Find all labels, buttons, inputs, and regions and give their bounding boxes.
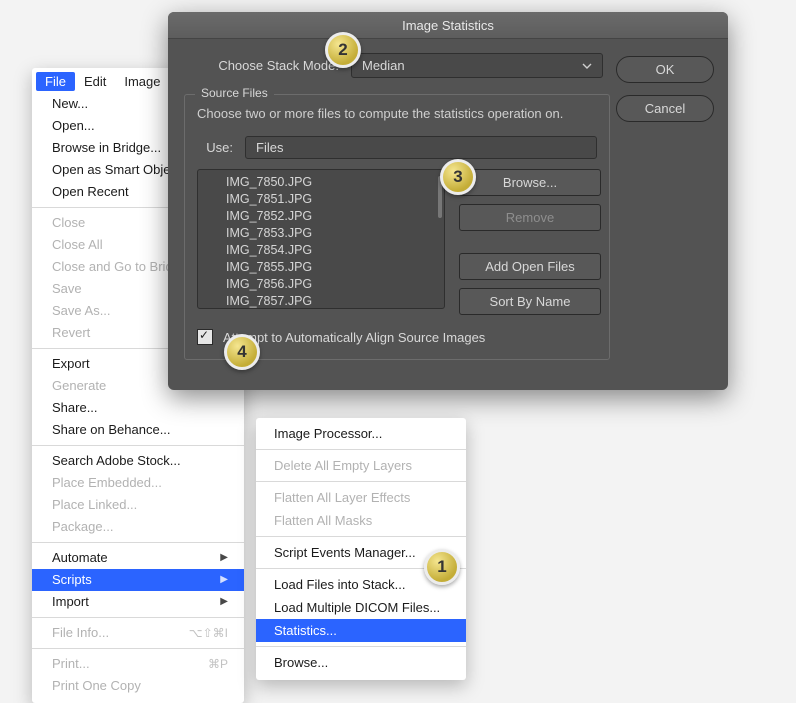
submenu-arrow-icon: ▶ bbox=[220, 572, 228, 588]
menubar-image[interactable]: Image bbox=[115, 72, 169, 91]
file-import[interactable]: Import▶ bbox=[32, 591, 244, 613]
submenu-arrow-icon: ▶ bbox=[220, 594, 228, 610]
scripts-image-processor[interactable]: Image Processor... bbox=[256, 422, 466, 445]
file-row[interactable]: IMG_7852.JPG bbox=[226, 208, 438, 225]
scripts-flatten-fx: Flatten All Layer Effects bbox=[256, 486, 466, 509]
file-place-embedded: Place Embedded... bbox=[32, 472, 244, 494]
file-automate[interactable]: Automate▶ bbox=[32, 547, 244, 569]
auto-align-checkbox[interactable] bbox=[197, 329, 213, 345]
file-print: Print... ⌘P bbox=[32, 653, 244, 675]
menubar-edit[interactable]: Edit bbox=[75, 72, 115, 91]
scripts-browse[interactable]: Browse... bbox=[256, 651, 466, 674]
file-scripts[interactable]: Scripts▶ bbox=[32, 569, 244, 591]
stack-mode-value: Median bbox=[362, 58, 405, 73]
scripts-delete-empty: Delete All Empty Layers bbox=[256, 454, 466, 477]
menubar-file[interactable]: File bbox=[36, 72, 75, 91]
file-package: Package... bbox=[32, 516, 244, 538]
callout-badge-4: 4 bbox=[224, 334, 260, 370]
use-label: Use: bbox=[197, 140, 233, 155]
submenu-arrow-icon: ▶ bbox=[220, 550, 228, 566]
stack-mode-select[interactable]: Median bbox=[351, 53, 603, 78]
add-open-files-button[interactable]: Add Open Files bbox=[459, 253, 601, 280]
scripts-statistics[interactable]: Statistics... bbox=[256, 619, 466, 642]
auto-align-label: Attempt to Automatically Align Source Im… bbox=[223, 330, 485, 345]
use-select[interactable]: Files bbox=[245, 136, 597, 159]
scripts-submenu-panel: Image Processor... Delete All Empty Laye… bbox=[256, 418, 466, 680]
stack-mode-label: Choose Stack Mode: bbox=[184, 58, 339, 73]
browse-button[interactable]: Browse... bbox=[459, 169, 601, 196]
file-share[interactable]: Share... bbox=[32, 397, 244, 419]
file-print-one: Print One Copy bbox=[32, 675, 244, 697]
source-files-group: Source Files Choose two or more files to… bbox=[184, 94, 610, 360]
dialog-title: Image Statistics bbox=[168, 12, 728, 39]
file-info-shortcut: ⌥⇧⌘I bbox=[189, 625, 228, 641]
file-row[interactable]: IMG_7856.JPG bbox=[226, 276, 438, 293]
file-row[interactable]: IMG_7853.JPG bbox=[226, 225, 438, 242]
source-files-info: Choose two or more files to compute the … bbox=[197, 105, 597, 122]
sort-by-name-button[interactable]: Sort By Name bbox=[459, 288, 601, 315]
file-row[interactable]: IMG_7854.JPG bbox=[226, 242, 438, 259]
file-list[interactable]: IMG_7850.JPG IMG_7851.JPG IMG_7852.JPG I… bbox=[197, 169, 445, 309]
callout-badge-2: 2 bbox=[325, 32, 361, 68]
callout-badge-1: 1 bbox=[424, 549, 460, 585]
file-share-behance[interactable]: Share on Behance... bbox=[32, 419, 244, 441]
file-place-linked: Place Linked... bbox=[32, 494, 244, 516]
chevron-down-icon bbox=[582, 61, 592, 71]
use-value: Files bbox=[256, 140, 283, 155]
file-row[interactable]: IMG_7850.JPG bbox=[226, 174, 438, 191]
scripts-flatten-masks: Flatten All Masks bbox=[256, 509, 466, 532]
scripts-load-dicom[interactable]: Load Multiple DICOM Files... bbox=[256, 596, 466, 619]
file-print-shortcut: ⌘P bbox=[208, 656, 228, 672]
source-files-legend: Source Files bbox=[195, 86, 274, 100]
file-search-stock[interactable]: Search Adobe Stock... bbox=[32, 450, 244, 472]
image-statistics-dialog: Image Statistics OK Cancel Choose Stack … bbox=[168, 12, 728, 390]
file-info: File Info... ⌥⇧⌘I bbox=[32, 622, 244, 644]
file-row[interactable]: IMG_7855.JPG bbox=[226, 259, 438, 276]
file-row[interactable]: IMG_7857.JPG bbox=[226, 293, 438, 309]
file-row[interactable]: IMG_7851.JPG bbox=[226, 191, 438, 208]
remove-button: Remove bbox=[459, 204, 601, 231]
callout-badge-3: 3 bbox=[440, 159, 476, 195]
